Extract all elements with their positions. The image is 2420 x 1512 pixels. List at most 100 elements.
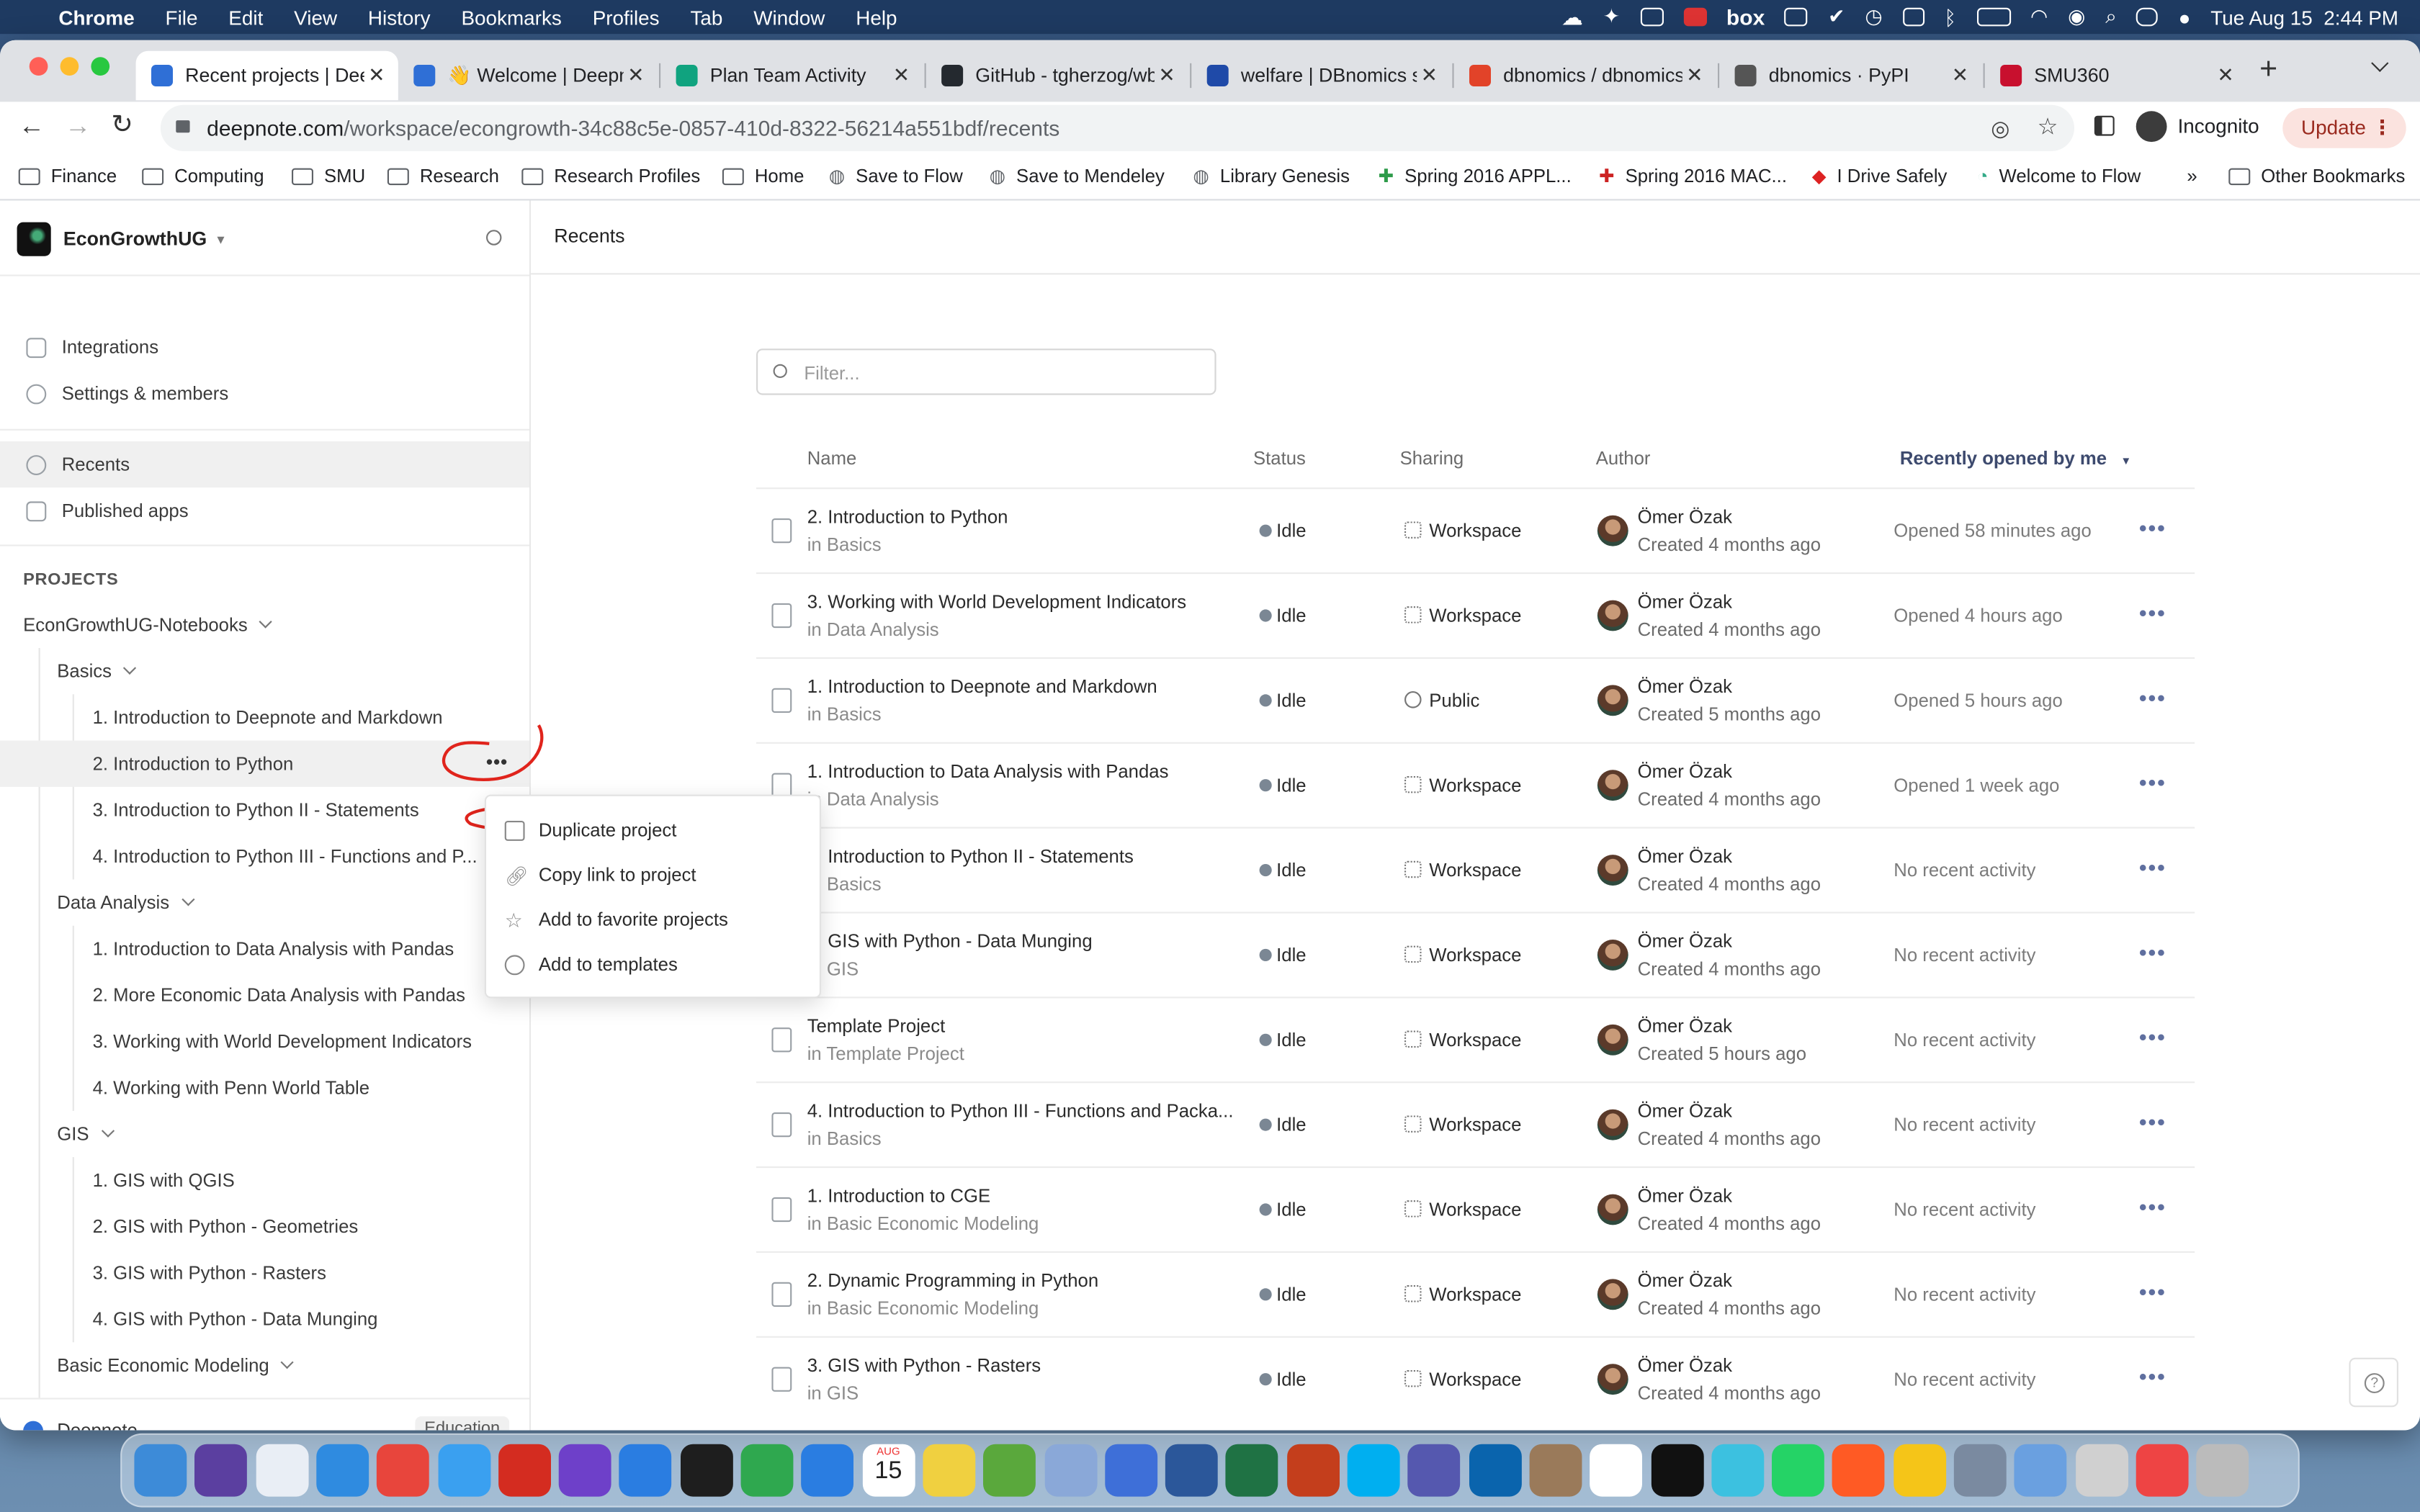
dock-app-icon[interactable]: [1165, 1444, 1218, 1497]
table-row[interactable]: 4. GIS with Python - Data Munging in GIS I…: [756, 912, 2195, 996]
table-row[interactable]: Template Project in Template Project Idle W…: [756, 996, 2195, 1081]
close-tab-icon[interactable]: ✕: [1682, 63, 1707, 88]
sidebar-notebook[interactable]: 3. Introduction to Python II - Statement…: [0, 787, 529, 833]
dock-app-icon[interactable]: [498, 1444, 551, 1497]
dock-app-icon[interactable]: [2196, 1444, 2249, 1497]
sidebar-group-basics[interactable]: Basics: [0, 648, 529, 694]
bookmark-star-icon[interactable]: ☆: [2038, 105, 2058, 151]
dock-app-icon[interactable]: [619, 1444, 672, 1497]
other-bookmarks[interactable]: Other Bookmarks: [2228, 154, 2405, 197]
table-row[interactable]: 3. Working with World Development Indica…: [756, 572, 2195, 657]
table-row[interactable]: 3. Introduction to Python II - Statement…: [756, 827, 2195, 912]
row-more-options-button[interactable]: •••: [2139, 516, 2166, 540]
bookmark-link[interactable]: ◔ Welcome to Flow: [1977, 154, 2141, 197]
tab-github[interactable]: GitHub - tgherzog/wbgapi✕: [926, 51, 1188, 101]
table-row[interactable]: 1. Introduction to Data Analysis with Pa…: [756, 742, 2195, 827]
close-tab-icon[interactable]: ✕: [1948, 63, 1972, 88]
dock-app-icon[interactable]: [1104, 1444, 1157, 1497]
row-more-options-button[interactable]: •••: [2139, 1279, 2166, 1303]
update-button[interactable]: Update ⋮: [2282, 108, 2406, 148]
dock-app-icon[interactable]: [680, 1444, 733, 1497]
siri-icon[interactable]: ●: [2179, 6, 2191, 29]
dock-app-icon[interactable]: [740, 1444, 794, 1497]
clock[interactable]: Tue Aug 15 2:44 PM: [2210, 6, 2398, 29]
new-tab-button[interactable]: +: [2259, 53, 2277, 88]
bookmark-link[interactable]: ◆ I Drive Safely: [1812, 154, 1948, 197]
sidebar-notebook[interactable]: 1. Introduction to Data Analysis with Pa…: [0, 926, 529, 972]
deepnote-footer[interactable]: Deepnote: [23, 1419, 138, 1431]
sidebar-notebook[interactable]: 3. Working with World Development Indica…: [0, 1018, 529, 1064]
tab-dbnomics-search[interactable]: welfare | DBnomics search✕: [1191, 51, 1451, 101]
menu-tab[interactable]: Tab: [690, 6, 722, 29]
sidebar-notebook[interactable]: 2. Introduction to Python •••: [0, 740, 529, 787]
close-tab-icon[interactable]: ✕: [889, 63, 913, 88]
row-more-options-button[interactable]: •••: [2139, 770, 2166, 794]
sidebar-notebook[interactable]: 4. Introduction to Python III - Function…: [0, 833, 529, 879]
project-name[interactable]: 3. Introduction to Python II - Statement…: [807, 845, 1237, 867]
close-tab-icon[interactable]: ✕: [1155, 63, 1179, 88]
dock-app-icon[interactable]: [1529, 1444, 1582, 1497]
dock-app-icon[interactable]: [2015, 1444, 2067, 1497]
table-row[interactable]: 2. Introduction to Python in Basics Idle Wo…: [756, 487, 2195, 572]
search-icon[interactable]: [486, 230, 502, 246]
bookmarks-overflow[interactable]: »: [2187, 154, 2197, 197]
project-name[interactable]: 3. Working with World Development Indica…: [807, 591, 1237, 613]
dock-app-icon[interactable]: [923, 1444, 976, 1497]
battery-icon[interactable]: [1976, 7, 2011, 27]
dock-app-icon[interactable]: [1953, 1444, 2007, 1497]
menu-view[interactable]: View: [294, 6, 337, 29]
help-button[interactable]: ?: [2349, 1357, 2398, 1408]
table-row[interactable]: 4. Introduction to Python III - Function…: [756, 1081, 2195, 1166]
column-sharing[interactable]: Sharing: [1400, 447, 1464, 469]
dock-app-icon[interactable]: [437, 1444, 490, 1497]
side-panel-icon[interactable]: [2094, 115, 2115, 136]
menu-bookmarks[interactable]: Bookmarks: [461, 6, 561, 29]
minimize-window-button[interactable]: [60, 57, 79, 76]
input-source-icon[interactable]: [1902, 7, 1924, 27]
bookmark-folder[interactable]: SMU: [292, 154, 365, 197]
sort-dropdown[interactable]: Recently opened by me ▼: [1900, 447, 2131, 469]
sidebar-notebook[interactable]: 1. GIS with QGIS: [0, 1157, 529, 1203]
row-more-options-button[interactable]: •••: [2139, 1110, 2166, 1134]
more-options-button[interactable]: •••: [486, 752, 508, 773]
dock-app-icon[interactable]: [2075, 1444, 2128, 1497]
row-more-options-button[interactable]: •••: [2139, 855, 2166, 879]
row-more-options-button[interactable]: •••: [2139, 940, 2166, 964]
menu-file[interactable]: File: [166, 6, 198, 29]
dock-app-icon[interactable]: [316, 1444, 369, 1497]
control-center-icon[interactable]: [2136, 7, 2159, 27]
bookmark-link[interactable]: ◍ Library Genesis: [1193, 154, 1350, 197]
sidebar-group-basic-economic-modeling[interactable]: Basic Economic Modeling: [0, 1342, 529, 1388]
dock-app-icon[interactable]: [1407, 1444, 1461, 1497]
dock-app-icon[interactable]: [255, 1444, 308, 1497]
calendar-icon[interactable]: AUG 15: [861, 1444, 915, 1497]
close-tab-icon[interactable]: ✕: [2213, 63, 2238, 88]
row-more-options-button[interactable]: •••: [2139, 685, 2166, 709]
bookmark-folder[interactable]: Home: [722, 154, 804, 197]
tab-recent-projects[interactable]: Recent projects | Deepnote✕: [135, 50, 398, 101]
sidebar-notebook[interactable]: 3. GIS with Python - Rasters: [0, 1250, 529, 1296]
table-row[interactable]: 1. Introduction to Deepnote and Markdown…: [756, 657, 2195, 742]
reload-icon[interactable]: ↻: [111, 109, 133, 140]
dock-app-icon[interactable]: [1711, 1444, 1764, 1497]
sidebar-notebook[interactable]: 2. GIS with Python - Geometries: [0, 1203, 529, 1249]
drive-icon[interactable]: [1639, 7, 1664, 27]
forward-icon[interactable]: →: [65, 111, 91, 142]
box-icon[interactable]: box: [1726, 4, 1765, 29]
dock-app-icon[interactable]: [1286, 1444, 1340, 1497]
bookmark-folder[interactable]: Research: [387, 154, 499, 197]
bluetooth-icon[interactable]: ᛒ: [1944, 6, 1956, 29]
dropbox-icon[interactable]: ✦: [1603, 4, 1620, 29]
project-name[interactable]: 4. GIS with Python - Data Munging: [807, 930, 1237, 952]
cloud-icon[interactable]: ☁: [1561, 4, 1583, 30]
column-status[interactable]: Status: [1253, 447, 1306, 469]
column-name[interactable]: Name: [807, 447, 857, 469]
table-row[interactable]: 2. Dynamic Programming in Python in Basic…: [756, 1251, 2195, 1336]
plan-badge[interactable]: Education: [415, 1416, 510, 1431]
close-tab-icon[interactable]: ✕: [624, 63, 648, 88]
close-tab-icon[interactable]: ✕: [1417, 63, 1441, 88]
project-name[interactable]: 1. Introduction to Data Analysis with Pa…: [807, 760, 1237, 782]
dock-app-icon[interactable]: [1590, 1444, 1643, 1497]
menu-item-copy-link[interactable]: 🔗︎ Copy link to project: [486, 853, 823, 896]
workspace-switcher[interactable]: EconGrowthUG ▼: [17, 220, 227, 257]
